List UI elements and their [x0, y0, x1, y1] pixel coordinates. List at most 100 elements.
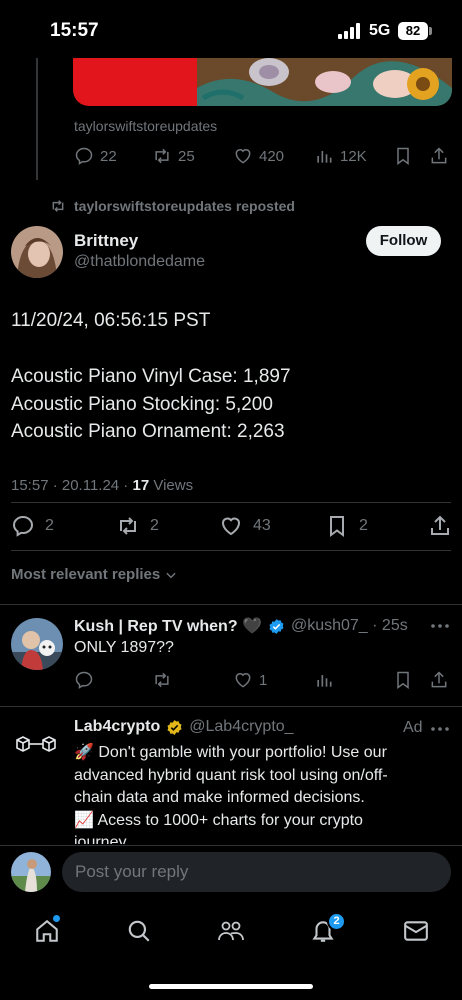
repost-banner[interactable]: taylorswiftstoreupdates reposted: [50, 198, 295, 214]
prev-share-button[interactable]: [429, 146, 449, 166]
ad-more-icon[interactable]: [431, 727, 449, 731]
heart-icon: [233, 146, 253, 166]
share-icon: [429, 146, 449, 166]
post-image[interactable]: [73, 58, 452, 106]
notifications-tab[interactable]: 2: [310, 912, 346, 944]
reply-header: Kush | Rep TV when? 🖤 @kush07_ · 25s: [74, 616, 408, 636]
messages-tab[interactable]: [403, 919, 429, 943]
post-text-line-stocking: Acoustic Piano Stocking: 5,200: [11, 394, 273, 415]
network-label: 5G: [369, 22, 391, 39]
author-handle[interactable]: @thatblondedame: [74, 253, 205, 271]
home-indicator: [149, 984, 313, 989]
repost-small-icon: [50, 198, 66, 214]
like-count: 420: [259, 147, 285, 165]
signal-icon: [338, 23, 360, 39]
main-reply-button[interactable]: 2: [11, 514, 54, 538]
status-bar: 15:57 5G 82: [0, 0, 462, 58]
ad-label: Ad: [403, 719, 423, 736]
prev-repost-button[interactable]: 25: [152, 146, 195, 166]
post-meta-views-label[interactable]: Views: [149, 477, 193, 494]
reply-repost-button[interactable]: [152, 670, 172, 690]
share-icon: [429, 670, 449, 690]
post-meta-views-count[interactable]: 17: [132, 477, 149, 494]
divider: [0, 604, 462, 605]
post-meta-time: 15:57 · 20.11.24 ·: [11, 477, 133, 494]
my-avatar[interactable]: [11, 852, 51, 892]
bookmark-count: 2: [359, 517, 368, 534]
ad-text-line: 📈 Acess to 1000+ charts for your crypto: [74, 811, 363, 829]
repost-count: 25: [178, 147, 195, 165]
bookmark-icon: [393, 670, 413, 690]
reply-reply-button[interactable]: [74, 670, 94, 690]
heart-icon: [233, 670, 253, 690]
prev-bookmark-button[interactable]: [393, 146, 413, 166]
repost-banner-text: taylorswiftstoreupdates reposted: [74, 198, 295, 214]
ad-handle[interactable]: @Lab4crypto_: [189, 718, 293, 736]
main-bookmark-button[interactable]: 2: [325, 514, 368, 538]
communities-tab[interactable]: [217, 918, 245, 944]
reply-bookmark-button[interactable]: [393, 670, 413, 690]
divider: [0, 845, 462, 846]
thread-line: [36, 58, 38, 180]
reply-input[interactable]: [62, 852, 451, 892]
repost-icon: [116, 514, 140, 538]
prev-like-button[interactable]: 420: [233, 146, 284, 166]
author-display-name[interactable]: Brittney: [74, 231, 138, 251]
home-unread-dot: [53, 915, 60, 922]
bookmark-icon: [393, 146, 413, 166]
prev-views-button[interactable]: 12K: [314, 146, 367, 166]
follow-button[interactable]: Follow: [366, 226, 441, 256]
repost-count: 2: [150, 517, 159, 534]
home-tab[interactable]: [34, 915, 60, 944]
reply-icon: [11, 514, 35, 538]
reply-more-icon[interactable]: [431, 624, 449, 628]
follow-label: Follow: [379, 232, 428, 249]
reply-like-button[interactable]: 1: [233, 670, 267, 690]
views-count: 12K: [340, 147, 367, 165]
reply-icon: [74, 146, 94, 166]
reply-icon: [74, 670, 94, 690]
reply-input-field[interactable]: [62, 852, 451, 892]
divider: [11, 550, 451, 551]
post-meta: 15:57 · 20.11.24 · 17 Views: [11, 477, 193, 494]
verified-badge-icon: [268, 618, 285, 635]
share-icon: [428, 514, 452, 538]
main-repost-button[interactable]: 2: [116, 514, 159, 538]
heart-icon: [219, 514, 243, 538]
chevron-down-icon: [164, 568, 178, 582]
bookmark-icon: [325, 514, 349, 538]
ad-header: Lab4crypto @Lab4crypto_: [74, 718, 294, 736]
repost-icon: [152, 670, 172, 690]
image-caption[interactable]: taylorswiftstoreupdates: [74, 118, 217, 134]
like-count: 1: [259, 671, 268, 689]
reply-views-button[interactable]: [314, 670, 334, 690]
main-like-button[interactable]: 43: [219, 514, 271, 538]
author-avatar[interactable]: [11, 226, 63, 278]
reply-handle-time[interactable]: @kush07_ · 25s: [291, 617, 408, 635]
battery-icon: 82: [398, 22, 428, 40]
divider: [11, 502, 451, 503]
post-text-line-vinyl: Acoustic Piano Vinyl Case: 1,897: [11, 366, 291, 387]
verified-gold-badge-icon: [166, 719, 183, 736]
reply-share-button[interactable]: [429, 670, 449, 690]
prev-reply-button[interactable]: 22: [74, 146, 117, 166]
reply-sort-dropdown[interactable]: Most relevant replies: [11, 566, 178, 583]
ad-text-line: chain data and make informed decisions.: [74, 789, 365, 806]
search-tab[interactable]: [126, 918, 152, 944]
post-text-timestamp: 11/20/24, 06:56:15 PST: [11, 310, 211, 331]
status-time: 15:57: [50, 20, 99, 41]
ad-text-line: 🚀 Don't gamble with your portfolio! Use …: [74, 744, 387, 761]
ad-text-line: journey: [74, 834, 127, 844]
battery-level: 82: [405, 23, 421, 38]
reply-count: 22: [100, 147, 117, 165]
main-share-button[interactable]: [428, 514, 452, 538]
ad-text-line: advanced hybrid quant risk tool using on…: [74, 766, 388, 784]
reply-display-name[interactable]: Kush | Rep TV when? 🖤: [74, 616, 262, 636]
ad-display-name[interactable]: Lab4crypto: [74, 718, 160, 736]
post-text-line-ornament: Acoustic Piano Ornament: 2,263: [11, 421, 285, 442]
ad-body[interactable]: 🚀 Don't gamble with your portfolio! Use …: [74, 742, 454, 844]
reply-count: 2: [45, 517, 54, 534]
reply-avatar[interactable]: [11, 618, 63, 670]
notification-badge: 2: [327, 912, 346, 931]
ad-avatar[interactable]: [14, 734, 58, 758]
